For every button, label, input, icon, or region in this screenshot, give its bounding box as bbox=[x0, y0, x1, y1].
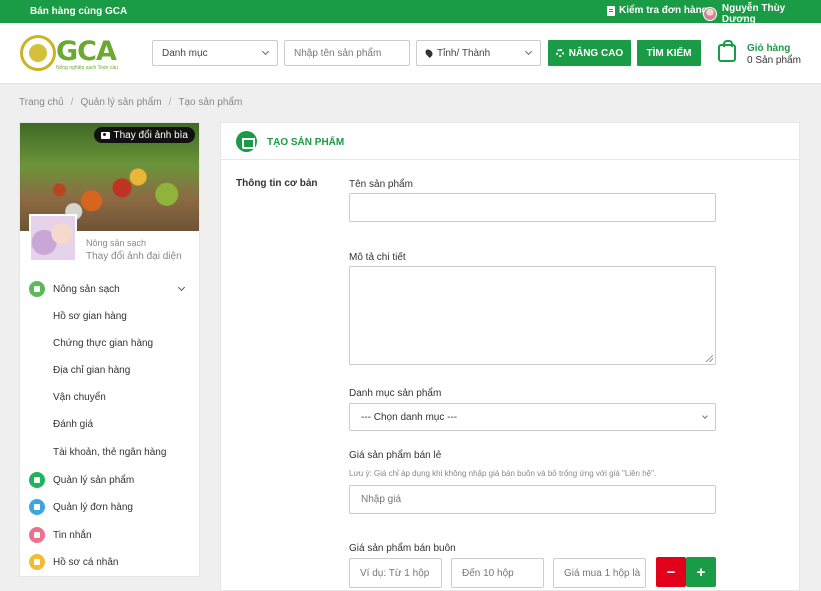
add-price-tier-button[interactable]: + bbox=[686, 557, 716, 587]
wholesale-unit-price-input[interactable]: Giá mua 1 hộp là bbox=[553, 558, 646, 588]
chevron-down-icon[interactable] bbox=[177, 283, 186, 292]
sidebar-item-product-management[interactable]: Quản lý sản phẩm bbox=[29, 472, 134, 488]
cart-label: Giỏ hàng bbox=[747, 43, 791, 54]
cart-count: 0 Sản phẩm bbox=[747, 55, 801, 66]
wholesale-from-placeholder: Ví dụ: Từ 1 hộp bbox=[360, 567, 430, 579]
breadcrumb-separator: / bbox=[70, 97, 74, 108]
sidebar-item-profile[interactable]: Hồ sơ cá nhân bbox=[29, 554, 118, 570]
check-orders-label: Kiểm tra đơn hàng bbox=[619, 5, 708, 16]
wholesale-to-input[interactable]: Đến 10 hộp bbox=[451, 558, 544, 588]
user-menu[interactable]: Nguyễn Thùy Dương bbox=[703, 3, 821, 25]
search-button-label: TÌM KIẾM bbox=[646, 47, 692, 59]
sidebar-subitem-reviews[interactable]: Đánh giá bbox=[53, 419, 93, 430]
sell-with-gca-link[interactable]: Bán hàng cùng GCA bbox=[30, 6, 127, 17]
site-header: GCA Nông nghiệp sạch Toàn cầu Danh mục N… bbox=[0, 23, 821, 84]
minus-icon: − bbox=[666, 563, 676, 581]
change-cover-button[interactable]: Thay đổi ảnh bìa bbox=[93, 127, 195, 143]
section-basic-info: Thông tin cơ bản bbox=[236, 178, 318, 189]
sidebar-subitem-bank-account[interactable]: Tài khoản, thẻ ngân hàng bbox=[53, 447, 166, 458]
page-title: TẠO SẢN PHẨM bbox=[267, 137, 345, 148]
panel-header: TẠO SẢN PHẨM bbox=[221, 123, 799, 160]
user-avatar-icon bbox=[703, 7, 717, 21]
sidebar-item-clean-produce[interactable]: Nông sản sạch bbox=[29, 281, 120, 297]
sidebar-item-label: Quản lý sản phẩm bbox=[53, 474, 135, 486]
cart-button[interactable]: Giỏ hàng 0 Sản phẩm bbox=[716, 40, 816, 69]
product-category-label: Danh mục sản phẩm bbox=[349, 388, 442, 399]
description-textarea[interactable] bbox=[349, 266, 716, 365]
sidebar-item-order-management[interactable]: Quản lý đơn hàng bbox=[29, 499, 133, 515]
province-select[interactable]: Tỉnh/ Thành bbox=[416, 40, 541, 66]
breadcrumb-home[interactable]: Trang chủ bbox=[19, 97, 64, 108]
basket-icon bbox=[236, 131, 257, 152]
logo-tagline: Nông nghiệp sạch Toàn cầu bbox=[56, 65, 118, 71]
product-search-input[interactable]: Nhập tên sản phẩm bbox=[284, 40, 410, 66]
advanced-search-label: NÂNG CAO bbox=[568, 47, 624, 59]
camera-icon bbox=[100, 131, 110, 139]
sidebar-subitem-shipping[interactable]: Vận chuyển bbox=[53, 392, 106, 403]
shop-sidebar: Thay đổi ảnh bìa Nông sản sạch Thay đổi … bbox=[19, 122, 200, 577]
breadcrumb-create-product: Tạo sản phẩm bbox=[178, 97, 243, 108]
gca-logo[interactable]: GCA Nông nghiệp sạch Toàn cầu bbox=[20, 35, 132, 75]
plus-icon: + bbox=[696, 563, 706, 581]
change-cover-label: Thay đổi ảnh bìa bbox=[113, 129, 189, 141]
shopping-bag-icon bbox=[718, 40, 736, 62]
sidebar-subitem-shop-address[interactable]: Địa chỉ gian hàng bbox=[53, 365, 130, 376]
category-select-value: Danh mục bbox=[162, 47, 208, 59]
product-name-input[interactable] bbox=[349, 193, 716, 222]
sidebar-item-label: Tin nhắn bbox=[53, 529, 92, 541]
sidebar-item-label: Nông sản sạch bbox=[53, 283, 120, 295]
gear-icon bbox=[555, 49, 564, 57]
retail-price-input[interactable]: Nhập giá bbox=[349, 485, 716, 514]
retail-price-placeholder: Nhập giá bbox=[361, 494, 402, 505]
home-icon bbox=[29, 281, 45, 297]
product-name-label: Tên sản phẩm bbox=[349, 179, 413, 190]
remove-price-tier-button[interactable]: − bbox=[656, 557, 686, 587]
retail-price-label: Giá sản phẩm bán lẻ bbox=[349, 450, 442, 461]
search-button[interactable]: TÌM KIẾM bbox=[637, 40, 701, 66]
check-orders-link[interactable]: Kiểm tra đơn hàng bbox=[607, 5, 708, 16]
shop-avatar[interactable] bbox=[29, 214, 77, 262]
create-product-panel: TẠO SẢN PHẨM Thông tin cơ bản Tên sản ph… bbox=[220, 122, 800, 591]
category-select[interactable]: Danh mục bbox=[152, 40, 278, 66]
sidebar-item-messages[interactable]: Tin nhắn bbox=[29, 527, 92, 543]
top-bar: Bán hàng cùng GCA Kiểm tra đơn hàng Nguy… bbox=[0, 0, 821, 25]
location-pin-icon bbox=[424, 48, 434, 58]
province-select-value: Tỉnh/ Thành bbox=[437, 47, 491, 59]
resize-handle-icon[interactable] bbox=[706, 355, 713, 362]
sidebar-subitem-shop-verification[interactable]: Chứng thực gian hàng bbox=[53, 338, 153, 349]
product-category-value: --- Chọn danh mục --- bbox=[361, 411, 458, 423]
product-category-select[interactable]: --- Chọn danh mục --- bbox=[349, 403, 716, 431]
message-icon bbox=[29, 527, 45, 543]
breadcrumb-product-management[interactable]: Quản lý sản phẩm bbox=[80, 97, 161, 108]
leaf-icon bbox=[29, 472, 45, 488]
wholesale-price-label: Giá sản phẩm bán buôn bbox=[349, 543, 456, 554]
shop-name: Nông sản sạch bbox=[86, 238, 147, 248]
logo-emblem-icon bbox=[20, 35, 56, 71]
user-icon bbox=[29, 554, 45, 570]
document-icon bbox=[607, 5, 615, 16]
sidebar-item-label: Quản lý đơn hàng bbox=[53, 501, 133, 513]
breadcrumb: Trang chủ / Quản lý sản phẩm / Tạo sản p… bbox=[19, 97, 242, 108]
sidebar-item-label: Hồ sơ cá nhân bbox=[53, 556, 119, 568]
user-name: Nguyễn Thùy Dương bbox=[721, 3, 786, 25]
description-label: Mô tả chi tiết bbox=[349, 252, 406, 263]
retail-price-note: Lưu ý: Giá chỉ áp dụng khi không nhập gi… bbox=[349, 469, 657, 478]
document-icon bbox=[29, 499, 45, 515]
product-search-placeholder: Nhập tên sản phẩm bbox=[294, 47, 382, 59]
change-avatar-link[interactable]: Thay đổi ảnh đại diện bbox=[86, 251, 182, 262]
wholesale-unit-price-placeholder: Giá mua 1 hộp là bbox=[564, 567, 641, 579]
wholesale-to-placeholder: Đến 10 hộp bbox=[462, 567, 514, 579]
logo-word: GCA bbox=[56, 36, 117, 67]
wholesale-from-input[interactable]: Ví dụ: Từ 1 hộp bbox=[349, 558, 442, 588]
breadcrumb-separator: / bbox=[168, 97, 172, 108]
advanced-search-button[interactable]: NÂNG CAO bbox=[548, 40, 631, 66]
sidebar-subitem-shop-profile[interactable]: Hồ sơ gian hàng bbox=[53, 311, 127, 322]
